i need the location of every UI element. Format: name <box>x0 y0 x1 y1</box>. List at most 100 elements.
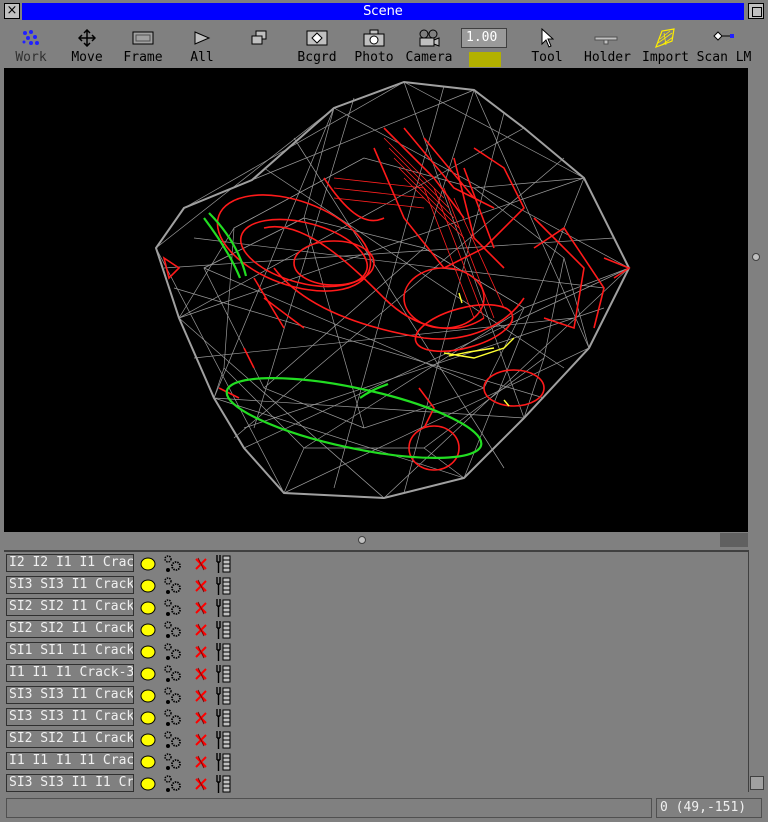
layer-row[interactable]: SI3 SI3 I1 Crack-24 <box>6 576 246 596</box>
all-icon <box>188 26 216 50</box>
viewport-vertical-scrollbar[interactable] <box>748 68 764 532</box>
visibility-icon[interactable] <box>140 578 156 597</box>
visibility-icon[interactable] <box>140 622 156 641</box>
scroll-down-arrow[interactable] <box>750 776 764 790</box>
gears-icon[interactable] <box>162 730 184 754</box>
title-strip[interactable]: Scene <box>22 3 744 20</box>
layer-row[interactable]: SI3 SI3 I1 I1 Crack- <box>6 774 246 794</box>
layer-list-scrollbar[interactable] <box>748 550 765 792</box>
layer-row[interactable]: SI3 SI3 I1 Crack-49 <box>6 708 246 728</box>
wrench-icon[interactable] <box>214 774 232 798</box>
delete-icon[interactable] <box>194 688 208 707</box>
move-arrows-icon <box>66 26 108 50</box>
layer-name[interactable]: SI3 SI3 I1 Crack-30 <box>6 686 134 704</box>
gears-icon[interactable] <box>162 708 184 732</box>
visibility-icon[interactable] <box>140 754 156 773</box>
tool-label: Holder <box>584 50 631 65</box>
layer-name[interactable]: SI3 SI3 I1 I1 Crack- <box>6 774 134 792</box>
import-button[interactable]: Import <box>642 26 689 68</box>
background-button[interactable]: Bcgrd <box>296 26 338 68</box>
scroll-knob[interactable] <box>752 253 760 261</box>
wrench-icon[interactable] <box>214 620 232 644</box>
gears-icon[interactable] <box>162 554 184 578</box>
layer-name[interactable]: I2 I2 I1 I1 Crack-1 ( <box>6 554 134 572</box>
layer-row[interactable]: SI3 SI3 I1 Crack-30 <box>6 686 246 706</box>
visibility-icon[interactable] <box>140 600 156 619</box>
frame-button[interactable]: Frame <box>120 26 166 68</box>
visibility-icon[interactable] <box>140 556 156 575</box>
wrench-icon[interactable] <box>214 752 232 776</box>
tool-label: All <box>190 50 214 65</box>
gears-icon[interactable] <box>162 686 184 710</box>
viewport-horizontal-scrollbar[interactable] <box>4 532 748 548</box>
layer-row[interactable]: SI2 SI2 I1 Crack-26 <box>6 620 246 640</box>
maximize-icon[interactable] <box>748 3 764 19</box>
scan-lm-button[interactable]: Scan LM <box>696 26 752 68</box>
holder-button[interactable]: Holder <box>584 26 631 68</box>
visibility-icon[interactable] <box>140 688 156 707</box>
layer-row[interactable]: I1 I1 I1 Crack-304 e <box>6 664 246 684</box>
layer-row[interactable]: SI2 SI2 I1 Crack-49 <box>6 730 246 750</box>
delete-icon[interactable] <box>194 776 208 795</box>
tool-label: Tool <box>531 50 563 65</box>
delete-icon[interactable] <box>194 622 208 641</box>
scroll-knob[interactable] <box>358 536 366 544</box>
layer-name[interactable]: SI2 SI2 I1 Crack-24 <box>6 598 134 616</box>
all-button[interactable]: All <box>188 26 216 68</box>
work-button[interactable]: Work <box>10 26 52 68</box>
delete-icon[interactable] <box>194 666 208 685</box>
visibility-icon[interactable] <box>140 732 156 751</box>
wrench-icon[interactable] <box>214 598 232 622</box>
layer-name[interactable]: I1 I1 I1 Crack-304 e <box>6 664 134 682</box>
gears-icon[interactable] <box>162 664 184 688</box>
visibility-icon[interactable] <box>140 644 156 663</box>
wrench-icon[interactable] <box>214 554 232 578</box>
scene-viewport[interactable] <box>4 68 748 532</box>
tool-button[interactable]: Tool <box>530 26 564 68</box>
gears-icon[interactable] <box>162 774 184 798</box>
gears-icon[interactable] <box>162 598 184 622</box>
gears-icon[interactable] <box>162 752 184 776</box>
wrench-icon[interactable] <box>214 664 232 688</box>
delete-icon[interactable] <box>194 732 208 751</box>
delete-icon[interactable] <box>194 578 208 597</box>
wrench-icon[interactable] <box>214 686 232 710</box>
visibility-icon[interactable] <box>140 776 156 795</box>
layer-name[interactable]: SI2 SI2 I1 Crack-26 <box>6 620 134 638</box>
layer-row[interactable]: I2 I2 I1 I1 Crack-1 ( <box>6 554 246 574</box>
zoom-field[interactable]: 1.00 <box>461 28 507 48</box>
layer-name[interactable]: SI3 SI3 I1 Crack-49 <box>6 708 134 726</box>
delete-icon[interactable] <box>194 710 208 729</box>
work-dots-icon <box>10 26 52 50</box>
layer-name[interactable]: I1 I1 I1 I1 Crack-1 ex <box>6 752 134 770</box>
camera-icon <box>404 26 454 50</box>
color-swatch[interactable] <box>469 52 501 67</box>
wrench-icon[interactable] <box>214 642 232 666</box>
gears-icon[interactable] <box>162 576 184 600</box>
photo-button[interactable]: Photo <box>352 26 396 68</box>
visibility-icon[interactable] <box>140 666 156 685</box>
wrench-icon[interactable] <box>214 576 232 600</box>
visibility-icon[interactable] <box>140 710 156 729</box>
gears-icon[interactable] <box>162 642 184 666</box>
layer-name[interactable]: SI2 SI2 I1 Crack-49 <box>6 730 134 748</box>
delete-icon[interactable] <box>194 600 208 619</box>
close-icon[interactable]: × <box>4 3 20 19</box>
layer-row[interactable]: SI2 SI2 I1 Crack-24 <box>6 598 246 618</box>
wrench-icon[interactable] <box>214 708 232 732</box>
delete-icon[interactable] <box>194 556 208 575</box>
camera-button[interactable]: Camera <box>404 26 454 68</box>
tool-label: Work <box>15 50 47 65</box>
layer-name[interactable]: SI3 SI3 I1 Crack-24 <box>6 576 134 594</box>
windows-icon <box>246 26 272 50</box>
layer-row[interactable]: I1 I1 I1 I1 Crack-1 ex <box>6 752 246 772</box>
move-button[interactable]: Move <box>66 26 108 68</box>
gears-icon[interactable] <box>162 620 184 644</box>
layer-row[interactable]: SI1 SI1 I1 Crack-261 <box>6 642 246 662</box>
delete-icon[interactable] <box>194 644 208 663</box>
tool-label: Frame <box>123 50 163 65</box>
windows-button[interactable] <box>246 26 272 68</box>
layer-name[interactable]: SI1 SI1 I1 Crack-261 <box>6 642 134 660</box>
wrench-icon[interactable] <box>214 730 232 754</box>
delete-icon[interactable] <box>194 754 208 773</box>
